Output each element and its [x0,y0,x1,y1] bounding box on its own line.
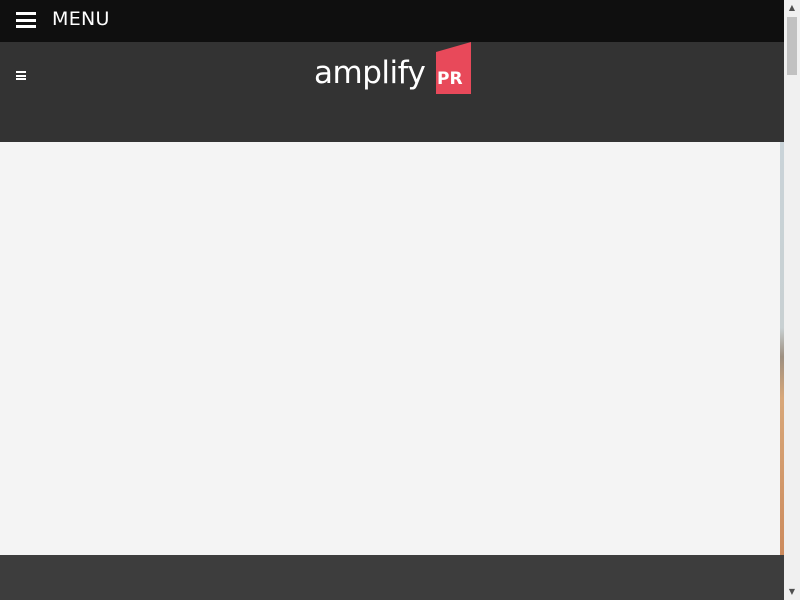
scroll-down-arrow-icon[interactable]: ▼ [784,584,800,600]
menu-button-label[interactable]: MENU [52,8,110,30]
logo-badge-text: PR [437,69,463,89]
hamburger-icon[interactable] [16,12,36,28]
site-header: amplify PR [0,42,784,142]
top-menu-bar: MENU [0,0,784,42]
content-band [0,555,784,600]
site-logo[interactable]: amplify PR [312,42,477,102]
hero-banner [0,142,784,555]
logo-wordmark: amplify [314,55,426,91]
scroll-thumb[interactable] [787,17,797,75]
scroll-up-arrow-icon[interactable]: ▲ [784,0,800,16]
vertical-scrollbar[interactable]: ▲ ▼ [784,0,800,600]
nav-toggle-icon[interactable] [16,71,26,80]
